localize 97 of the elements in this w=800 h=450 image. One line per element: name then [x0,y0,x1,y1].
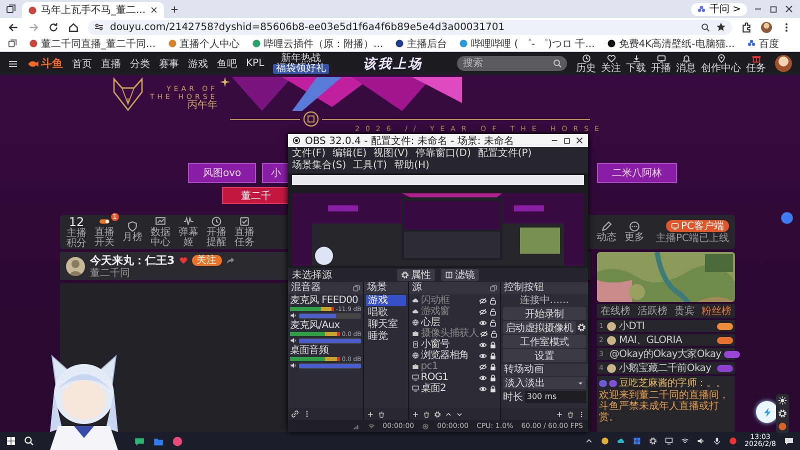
user-name: MAI、GLORIA [619,334,684,347]
nav-action[interactable]: 关注 [601,54,621,74]
nav-link[interactable]: 分类 [130,56,150,70]
toolbar-item[interactable]: 更多 [624,221,645,243]
user-name: 小DTI [619,320,646,333]
menu-item[interactable]: 编辑(E) [332,148,367,160]
toolbar-item[interactable]: 月榜 [122,221,143,243]
nav-link[interactable]: 直播 [101,56,121,70]
menu-item[interactable]: 文件(F) [292,148,326,160]
chat-message: 豆吃芝麻酱的字师：。。 [619,378,726,389]
team-button[interactable]: 董二千 [222,187,290,204]
zodiac-text: 丙午年 [188,101,218,111]
channel-name: 麦克风/Aux [290,320,341,331]
nav-link[interactable]: 赛事 [159,56,179,70]
nav-action[interactable]: 任务 [746,54,766,74]
menu-item[interactable]: 帮助(H) [394,160,430,172]
toolbar-item[interactable]: 动态 [596,221,617,243]
source-item[interactable]: 浏览器相角 [410,350,498,361]
source-item[interactable]: ROG1 [410,372,498,383]
assistant-button[interactable]: 千问 > [691,2,747,16]
slogan-logo: 该我上场 [362,56,424,72]
source-item[interactable]: 闪动框 [410,295,498,306]
source-item[interactable]: pc1 [410,361,498,372]
control-button[interactable]: 启动虚拟摄像机 [502,321,576,334]
dock-title: 源 [412,282,423,294]
transition-select[interactable]: 淡入淡出 [502,377,586,389]
promo-title: 新年热战 [281,54,322,64]
room-name: 董二千同 [90,268,131,279]
user-name: 小鹅宝藏二千前Okay [619,362,712,375]
source-item[interactable]: 摄像头捕获人 [410,328,498,339]
toolbar-item[interactable]: 开播提醒 [206,216,227,248]
stream-title: 今天来丸：仁王3 [90,253,175,268]
menu-item[interactable]: 场景集合(S) [292,160,346,172]
scene-item[interactable]: 聊天室 [366,319,406,330]
source-item[interactable]: 桌面2 [410,383,498,394]
bookmark[interactable]: 主播后台 [395,36,448,50]
window-title: OBS 32.0.4 - 配置文件: 未命名 - 场景: 未命名 [305,134,515,148]
nav-action[interactable]: 消息 [676,54,696,74]
stream-status: 连接中...... [518,295,570,306]
toolbar-item[interactable]: 数据中心 [150,216,171,248]
channel-name: 桌面音频 [290,345,330,356]
browser-tab[interactable]: 马年上瓦手不马_董二... [22,2,164,18]
ranking-tab[interactable]: 粉丝榜 [702,304,732,318]
dock-title: 场景 [367,282,388,294]
menu-item[interactable]: 配置文件(P) [478,148,532,160]
toolbar-item[interactable]: 直播任务 [234,216,255,248]
promo-button[interactable]: 福袋领好礼 [273,64,330,74]
search-field[interactable]: 搜索 [457,56,567,71]
bookmark[interactable]: 直播个人中心 [168,36,240,50]
control-button[interactable]: 开始录制 [502,307,586,320]
room-notice: 欢迎来到董二千同的直播间，斗鱼严禁未成年人直播或打赏。 [599,390,730,423]
duration-field[interactable]: 300 ms [524,391,586,403]
nav-action[interactable]: 创作中心 [701,54,741,74]
team-button[interactable]: 二米八阿林 [597,163,677,183]
bookmark[interactable]: 免费4K高清壁纸-电脑猫... [606,36,735,50]
toolbar-item[interactable]: 弹幕姬 [178,216,199,248]
scene-item[interactable]: 唱歌 [366,307,406,318]
nav-link[interactable]: 首页 [72,56,92,70]
nav-action[interactable]: 历史 [576,54,596,74]
nav-action[interactable]: 开播 [651,54,671,74]
dock-title: 转场动画 [504,364,545,376]
menu-item[interactable]: 视图(V) [374,148,408,160]
ranking-tab[interactable]: 活跃榜 [638,304,668,318]
nav-link[interactable]: 游戏 [188,56,208,70]
nav-link[interactable]: 鱼吧 [217,56,237,70]
source-item[interactable]: 心层 [410,317,498,328]
channel-name: 麦克风 FEED00 [290,295,359,306]
pc-client-note: 主播PC端已上线 [656,233,729,244]
nav-action[interactable]: 下载 [626,54,646,74]
bookmark[interactable]: 哔哩哔哩 ( ゜- ゜)つロ 千... [459,36,595,50]
scene-item[interactable]: 游戏 [366,295,406,306]
control-button[interactable]: 设置 [502,349,586,362]
menu-item[interactable]: 停靠窗口(D) [415,148,471,160]
filters-button[interactable]: 滤镜 [441,269,479,281]
dock-title: 混音器 [291,282,322,294]
properties-button[interactable]: 属性 [397,269,435,281]
pc-client-button[interactable]: PC客户端 [666,220,729,232]
logo-text: 斗鱼 [41,56,63,71]
dock-title: 控制按钮 [504,282,545,294]
control-button[interactable]: 工作室模式 [502,335,586,348]
address-field[interactable]: douyu.com/2142758?dyshid=85606b8-ee03e5d1f6a4f6b89e5e4d3a00031701 [88,20,732,34]
bookmark[interactable]: 百度 [746,36,779,50]
scene-item[interactable]: 睡觉 [366,331,406,342]
team-button[interactable]: 小 [262,163,290,183]
duration-label: 时长 [502,390,523,404]
ranking-tab[interactable]: 在线榜 [600,304,630,318]
no-source-label: 未选择源 [292,268,333,282]
ranking-tab[interactable]: 贵宾 [674,304,694,318]
team-button[interactable]: 风图ovo [188,163,256,183]
bookmark[interactable]: 哔哩云插件（原：附播）... [252,36,384,50]
score-value: 12 [68,216,84,228]
nav-link[interactable]: KPL [246,58,264,69]
menu-item[interactable]: 工具(T) [353,160,388,172]
user-name: @Okay的Okay大家Okay [609,348,722,361]
source-item[interactable]: 小窗号 [410,339,498,350]
source-item[interactable]: 游戏窗 [410,306,498,317]
bookmark[interactable]: 董二千同直播_董二千同... [29,36,156,50]
